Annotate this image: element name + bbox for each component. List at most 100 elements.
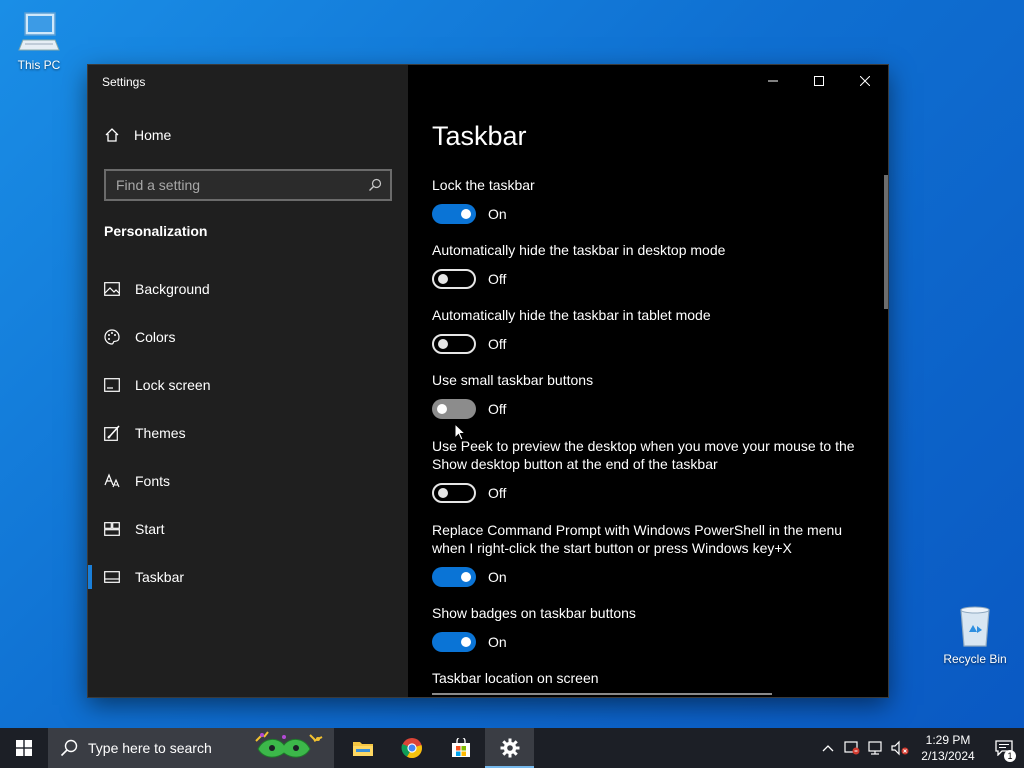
- sidebar-item-label: Start: [135, 521, 165, 537]
- setting-label: Use small taskbar buttons: [432, 372, 594, 388]
- mouse-cursor-icon: [454, 423, 466, 441]
- sidebar-item-background[interactable]: Background: [88, 265, 408, 313]
- home-label: Home: [134, 127, 172, 143]
- window-title: Settings: [102, 75, 146, 89]
- windows-taskbar: Type here to search 1:29 PM 2/13/2024 1: [0, 728, 1024, 768]
- picture-icon: [104, 281, 120, 297]
- peek-toggle[interactable]: [432, 483, 476, 503]
- search-icon: [369, 178, 382, 191]
- lock-taskbar-toggle[interactable]: [432, 204, 476, 224]
- window-controls: [750, 65, 888, 97]
- sidebar-item-label: Themes: [135, 425, 186, 441]
- taskbar-file-explorer[interactable]: [338, 728, 387, 768]
- badges-toggle[interactable]: [432, 632, 476, 652]
- system-tray: 1:29 PM 2/13/2024 1: [816, 728, 1024, 768]
- sidebar-item-lock-screen[interactable]: Lock screen: [88, 361, 408, 409]
- find-setting-input[interactable]: [116, 177, 368, 193]
- autohide-desktop-toggle[interactable]: [432, 269, 476, 289]
- toggle-state: Off: [488, 485, 507, 501]
- taskbar-chrome[interactable]: [387, 728, 436, 768]
- action-center-button[interactable]: 1: [984, 728, 1024, 768]
- setting-label: Automatically hide the taskbar in deskto…: [432, 242, 726, 258]
- sidebar-item-start[interactable]: Start: [88, 505, 408, 553]
- show-hidden-icons-button[interactable]: [816, 728, 840, 768]
- sidebar-item-label: Taskbar: [135, 569, 185, 585]
- file-explorer-icon: [352, 742, 373, 756]
- start-button[interactable]: [0, 728, 48, 768]
- sidebar-item-fonts[interactable]: Fonts: [88, 457, 408, 505]
- chevron-up-icon: [822, 745, 834, 752]
- taskbar-search-placeholder: Type here to search: [88, 740, 212, 756]
- pinned-apps: [338, 728, 534, 768]
- maximize-button[interactable]: [796, 65, 842, 97]
- palette-icon: [104, 329, 120, 345]
- tray-volume[interactable]: [888, 728, 912, 768]
- sidebar-item-themes[interactable]: Themes: [88, 409, 408, 457]
- toggle-state: On: [488, 569, 507, 585]
- windows-logo-icon: [16, 740, 32, 756]
- font-icon: [104, 473, 120, 489]
- page-title: Taskbar: [432, 121, 527, 151]
- sidebar-item-colors[interactable]: Colors: [88, 313, 408, 361]
- sidebar-item-label: Background: [135, 281, 210, 297]
- brush-icon: [104, 425, 120, 441]
- powershell-toggle[interactable]: [432, 567, 476, 587]
- setting-autohide-tablet: Automatically hide the taskbar in tablet…: [432, 306, 862, 354]
- clock-time: 1:29 PM: [925, 733, 971, 747]
- toggle-state: On: [488, 634, 507, 650]
- taskbar-location-dropdown[interactable]: [432, 693, 772, 697]
- lock-screen-icon: [104, 377, 120, 393]
- sidebar-item-label: Lock screen: [135, 377, 211, 393]
- autohide-tablet-toggle[interactable]: [432, 334, 476, 354]
- settings-sidebar: Settings Home Personalization Background: [88, 65, 408, 697]
- taskbar-store[interactable]: [436, 728, 485, 768]
- carnival-mask-icon: [255, 731, 323, 758]
- setting-label: Lock the taskbar: [432, 177, 535, 193]
- settings-content: Taskbar Lock the taskbar On Automaticall…: [408, 65, 888, 697]
- maximize-icon: [814, 76, 824, 86]
- toggle-state: Off: [488, 336, 507, 352]
- setting-label: Use Peek to preview the desktop when you…: [432, 438, 855, 472]
- setting-taskbar-location: Taskbar location on screen: [432, 669, 862, 687]
- toggle-state: Off: [488, 271, 507, 287]
- setting-badges: Show badges on taskbar buttons On: [432, 604, 862, 652]
- toggle-state: Off: [488, 401, 507, 417]
- setting-peek: Use Peek to preview the desktop when you…: [432, 437, 862, 503]
- find-setting-box[interactable]: [104, 169, 392, 201]
- taskbar-search-box[interactable]: Type here to search: [48, 728, 334, 768]
- start-grid-icon: [104, 521, 120, 537]
- taskbar-clock[interactable]: 1:29 PM 2/13/2024: [912, 732, 984, 764]
- sidebar-item-label: Colors: [135, 329, 176, 345]
- settings-window: Settings Home Personalization Background: [88, 65, 888, 697]
- notification-count: 1: [1004, 750, 1016, 762]
- security-shield-icon: [844, 741, 860, 755]
- setting-small-buttons: Use small taskbar buttons Off: [432, 371, 862, 419]
- sidebar-item-label: Fonts: [135, 473, 171, 489]
- setting-label: Replace Command Prompt with Windows Powe…: [432, 522, 843, 556]
- volume-muted-icon: [891, 740, 909, 756]
- desktop-icon-this-pc[interactable]: This PC: [4, 10, 74, 72]
- tray-network[interactable]: [864, 728, 888, 768]
- personalization-nav: Background Colors Lock screen Themes Fon…: [88, 265, 408, 601]
- recycle-bin-icon: [960, 606, 990, 647]
- close-button[interactable]: [842, 65, 888, 97]
- store-icon: [451, 738, 470, 757]
- network-icon: [868, 741, 882, 755]
- clock-date: 2/13/2024: [921, 749, 975, 763]
- setting-label: Automatically hide the taskbar in tablet…: [432, 307, 711, 323]
- small-buttons-toggle[interactable]: [432, 399, 476, 419]
- setting-autohide-desktop: Automatically hide the taskbar in deskto…: [432, 241, 862, 289]
- desktop-icon-recycle-bin[interactable]: Recycle Bin: [940, 602, 1010, 666]
- taskbar-icon: [104, 569, 120, 585]
- toggle-state: On: [488, 206, 507, 222]
- minimize-icon: [768, 80, 778, 82]
- tray-security[interactable]: [840, 728, 864, 768]
- taskbar-settings[interactable]: [485, 728, 534, 768]
- section-heading: Personalization: [104, 223, 208, 239]
- sidebar-item-taskbar[interactable]: Taskbar: [88, 553, 408, 601]
- home-link[interactable]: Home: [104, 127, 171, 143]
- content-scrollbar[interactable]: [884, 175, 888, 309]
- minimize-button[interactable]: [750, 65, 796, 97]
- computer-icon: [18, 12, 60, 51]
- settings-gear-icon: [500, 738, 519, 758]
